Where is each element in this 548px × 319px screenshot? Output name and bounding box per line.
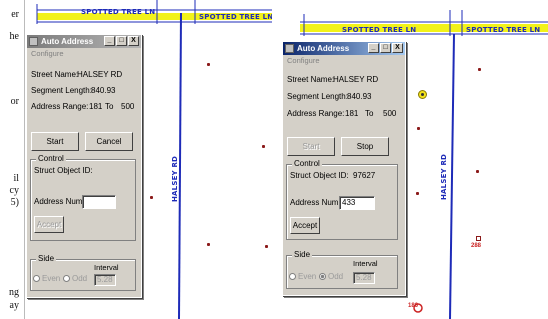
address-range-label: Address Range: bbox=[287, 109, 345, 118]
street-label: SPOTTED TREE LN bbox=[466, 26, 541, 34]
address-range-from: 181 bbox=[345, 109, 359, 118]
interval-label: Interval bbox=[353, 259, 378, 268]
street-label: SPOTTED TREE LN bbox=[342, 26, 417, 34]
control-group: Control Struct Object ID: Address Number… bbox=[30, 154, 136, 241]
stop-button[interactable]: Stop bbox=[341, 137, 389, 156]
addressed-point[interactable] bbox=[476, 236, 481, 241]
street-label-vertical: HALSEY RD bbox=[171, 155, 179, 202]
address-point[interactable] bbox=[207, 243, 210, 246]
address-range-to: 500 bbox=[121, 102, 135, 111]
close-button[interactable]: X bbox=[392, 43, 403, 53]
address-point[interactable] bbox=[417, 127, 420, 130]
address-point[interactable] bbox=[265, 245, 268, 248]
address-range-label: Address Range: bbox=[31, 102, 89, 111]
minimize-button[interactable]: _ bbox=[104, 36, 115, 46]
start-button[interactable]: Start bbox=[287, 137, 335, 156]
side-group: Side Even Odd Interval 5.28 bbox=[286, 250, 398, 289]
marker-center bbox=[421, 93, 424, 96]
menu-configure[interactable]: Configure bbox=[283, 55, 405, 66]
dialog-titlebar[interactable]: Auto Address _ □ X bbox=[27, 35, 141, 48]
address-point[interactable] bbox=[416, 192, 419, 195]
menu-configure[interactable]: Configure bbox=[27, 48, 141, 59]
dialog-title: Auto Address bbox=[297, 44, 350, 53]
dialog-titlebar[interactable]: Auto Address _ □ X bbox=[283, 42, 405, 55]
segment-length-label: Segment Length: bbox=[31, 86, 92, 95]
street-label-vertical: HALSEY RD bbox=[440, 153, 448, 200]
accept-button[interactable]: Accept bbox=[34, 216, 64, 233]
segment-length-value: 840.93 bbox=[91, 86, 116, 95]
auto-address-dialog-1: Auto Address _ □ X Configure Street Name… bbox=[26, 34, 142, 298]
interval-input[interactable]: 5.28 bbox=[94, 274, 116, 286]
address-number-input[interactable] bbox=[82, 195, 116, 209]
address-range-to-label: To bbox=[105, 102, 114, 111]
side-group-label: Side bbox=[292, 250, 313, 259]
start-button[interactable]: Start bbox=[31, 132, 79, 151]
struct-object-value: 97627 bbox=[353, 171, 376, 180]
even-label: Even bbox=[298, 272, 317, 281]
address-number-input[interactable]: 433 bbox=[339, 196, 375, 210]
halsey-rd-road bbox=[449, 33, 455, 319]
maximize-button[interactable]: □ bbox=[116, 36, 127, 46]
minimize-button[interactable]: _ bbox=[368, 43, 379, 53]
close-button[interactable]: X bbox=[128, 36, 139, 46]
address-point[interactable] bbox=[476, 170, 479, 173]
address-point[interactable] bbox=[262, 145, 265, 148]
odd-label: Odd bbox=[328, 272, 344, 281]
street-name-label: Street Name: bbox=[287, 75, 335, 84]
app-icon bbox=[285, 44, 294, 53]
halsey-rd-road bbox=[178, 12, 182, 319]
struct-object-label: Struct Object ID: bbox=[34, 166, 93, 175]
address-point[interactable] bbox=[150, 196, 153, 199]
street-label: SPOTTED TREE LN bbox=[81, 8, 156, 16]
street-name-label: Street Name: bbox=[31, 70, 79, 79]
text-fragment: 5) bbox=[10, 197, 19, 208]
text-fragment: or bbox=[10, 96, 19, 107]
address-label: 288 bbox=[471, 243, 482, 249]
address-range-to-label: To bbox=[365, 109, 374, 118]
street-name-value: HALSEY RD bbox=[333, 75, 379, 84]
document-text-column: er he or il cy 5) ng ay bbox=[0, 0, 20, 319]
text-fragment: ng bbox=[9, 287, 19, 298]
dialog-title: Auto Address bbox=[41, 37, 94, 46]
accept-button[interactable]: Accept bbox=[290, 217, 320, 234]
address-point[interactable] bbox=[207, 63, 210, 66]
struct-object-label: Struct Object ID: bbox=[290, 171, 349, 180]
text-fragment: he bbox=[9, 31, 19, 42]
control-group-label: Control bbox=[36, 154, 66, 163]
even-label: Even bbox=[42, 274, 61, 283]
address-point[interactable] bbox=[478, 68, 481, 71]
text-fragment: il bbox=[13, 173, 19, 184]
text-fragment: cy bbox=[9, 185, 19, 196]
street-label: SPOTTED TREE LN bbox=[199, 13, 272, 21]
interval-input[interactable]: 5.28 bbox=[353, 272, 375, 284]
even-radio[interactable]: Even bbox=[289, 272, 316, 281]
street-name-value: HALSEY RD bbox=[77, 70, 123, 79]
maximize-button[interactable]: □ bbox=[380, 43, 391, 53]
address-range-from: 181 bbox=[89, 102, 103, 111]
segment-length-label: Segment Length: bbox=[287, 92, 348, 101]
address-range-to: 500 bbox=[383, 109, 397, 118]
text-fragment: er bbox=[11, 9, 19, 20]
control-group-label: Control bbox=[292, 159, 322, 168]
odd-label: Odd bbox=[72, 274, 88, 283]
side-group-label: Side bbox=[36, 254, 57, 263]
interval-label: Interval bbox=[94, 263, 119, 272]
auto-address-dialog-2: Auto Address _ □ X Configure Street Name… bbox=[282, 41, 406, 296]
segment-length-value: 840.93 bbox=[347, 92, 372, 101]
app-icon bbox=[29, 37, 38, 46]
control-group: Control Struct Object ID: 97627 Address … bbox=[286, 159, 398, 240]
odd-radio[interactable]: Odd bbox=[63, 274, 87, 283]
address-label: 186 bbox=[408, 303, 419, 309]
even-radio[interactable]: Even bbox=[33, 274, 60, 283]
cancel-button[interactable]: Cancel bbox=[85, 132, 133, 151]
side-group: Side Even Odd Interval 5.28 bbox=[30, 254, 136, 291]
odd-radio[interactable]: Odd bbox=[319, 272, 343, 281]
text-fragment: ay bbox=[9, 300, 19, 311]
